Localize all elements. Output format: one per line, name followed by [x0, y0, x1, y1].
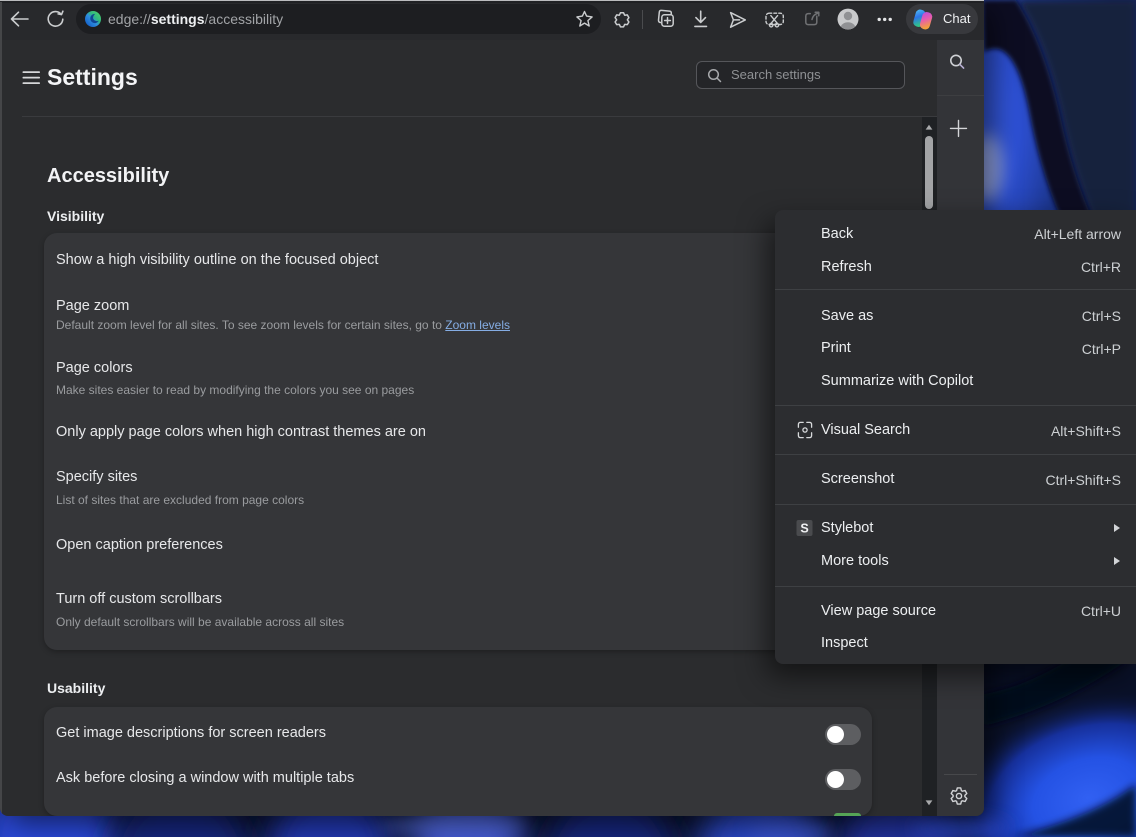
svg-text:S: S	[800, 521, 808, 535]
